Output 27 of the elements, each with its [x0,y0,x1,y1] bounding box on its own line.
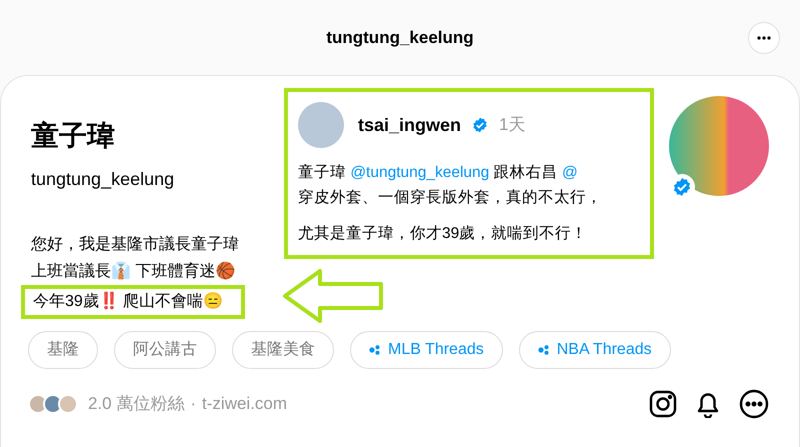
profile-name: 童子瑋 [31,119,116,153]
dots-icon [369,345,380,355]
dots-icon [538,345,549,355]
post-username: tsai_ingwen [358,114,462,137]
profile-handle: tungtung_keelung [31,168,174,191]
website-link[interactable]: t-ziwei.com [202,391,288,417]
topic-tag[interactable]: 基隆美食 [232,331,334,369]
follower-count: 2.0 萬位粉絲 [88,393,184,416]
topic-tag[interactable]: MLB Threads [350,331,503,369]
mention-link[interactable]: @tungtung_keelung [350,164,490,181]
topic-tag[interactable]: 阿公講古 [114,331,216,369]
bio-line: 上班當議長👔 下班體育迷🏀 [31,260,236,282]
post-text: 尤其是童子瑋，你才39歲，就喘到不行！ [298,224,588,244]
mention-link[interactable]: @ [562,164,578,181]
separator: · [190,393,196,416]
post-text: 穿皮外套、一個穿長版外套，真的不太行， [298,188,603,208]
topic-tag[interactable]: NBA Threads [518,331,671,369]
post-time: 1天 [499,114,526,136]
avatar [298,102,344,148]
more-icon [757,36,771,40]
more-icon[interactable] [739,389,769,419]
post-text: 童子瑋 @tungtung_keelung 跟林右昌 @ [298,163,579,183]
topic-tag[interactable]: 基隆 [28,331,98,369]
more-button[interactable] [748,22,780,54]
page-title: tungtung_keelung [326,26,474,49]
bio-line: 您好，我是基隆市議長童子瑋 [31,234,239,255]
camera-icon[interactable] [649,390,677,418]
